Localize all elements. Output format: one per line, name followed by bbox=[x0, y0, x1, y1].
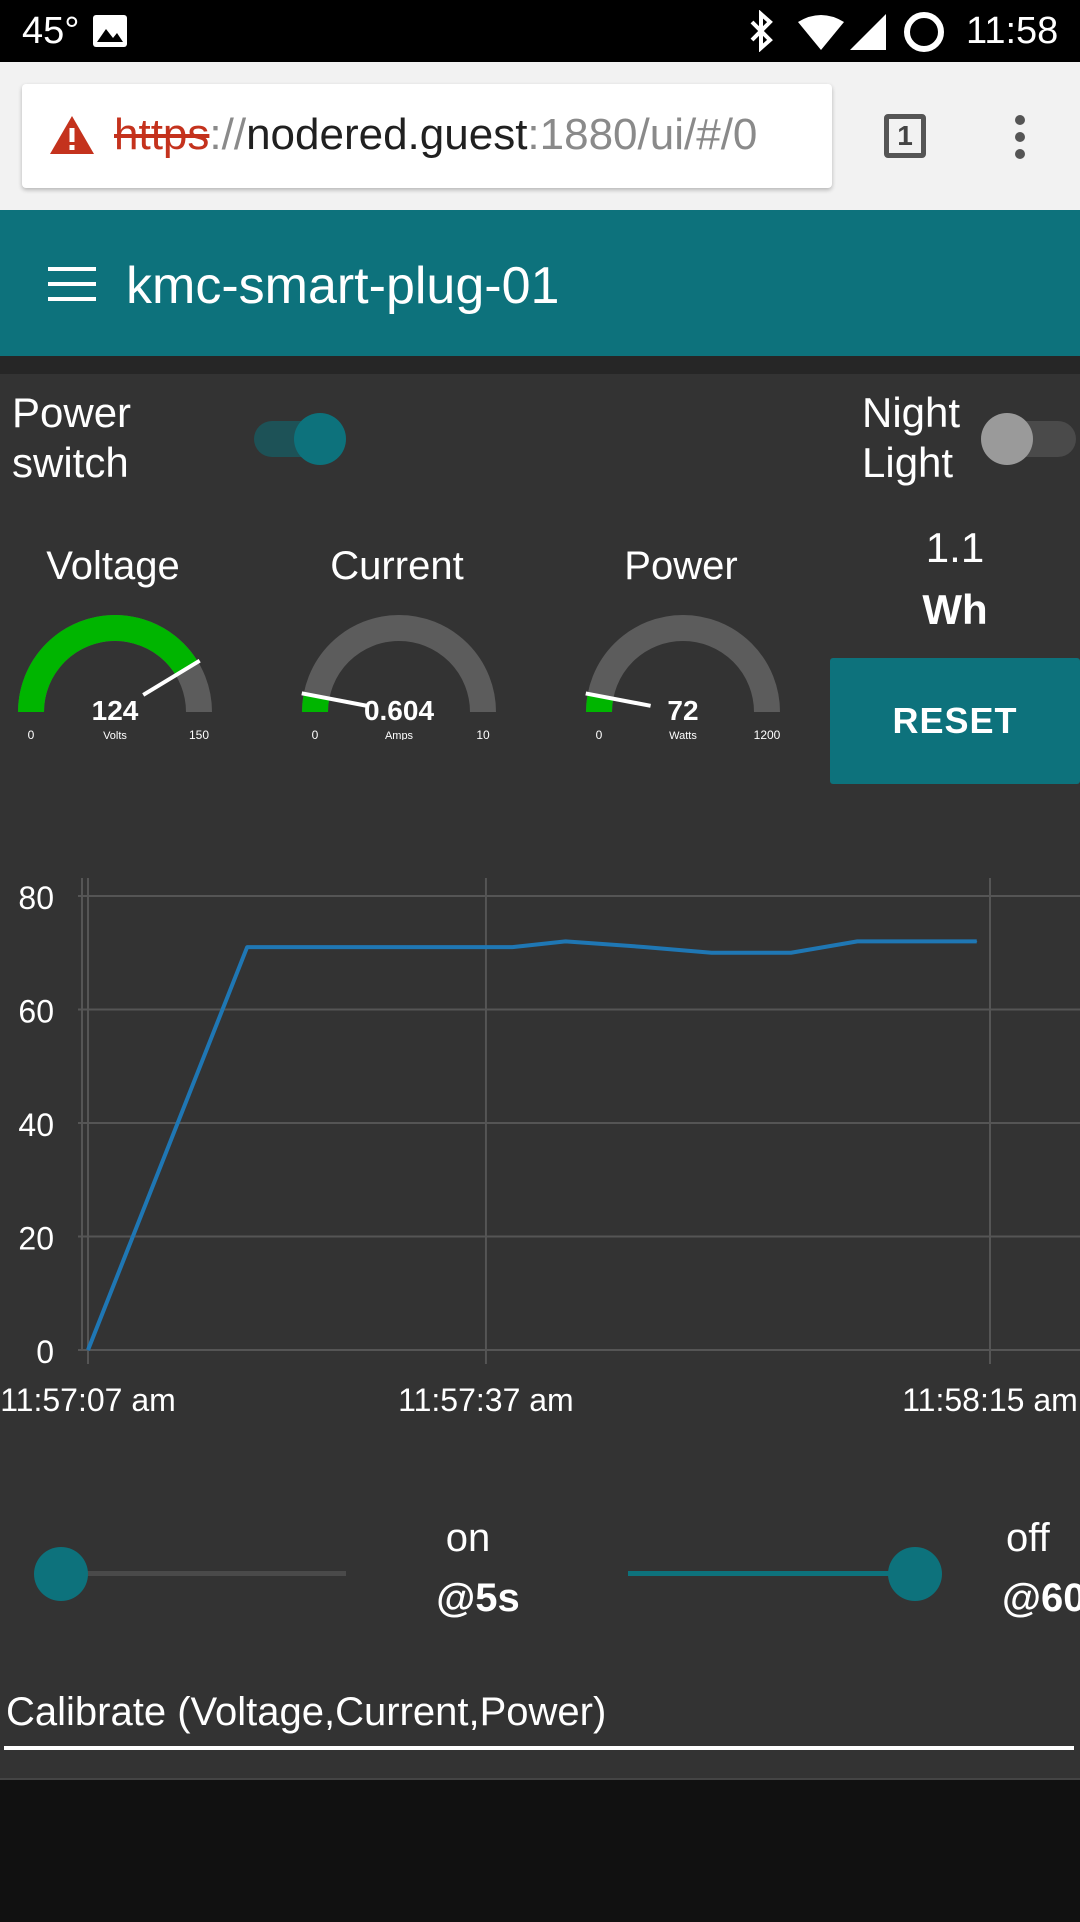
browser-toolbar: https://nodered.guest:1880/ui/#/0 1 bbox=[0, 62, 1080, 210]
chart-data-point bbox=[856, 940, 858, 942]
power-gauge: 72 Watts 0 1200 bbox=[578, 610, 788, 745]
more-options-icon[interactable] bbox=[1004, 114, 1036, 160]
warning-icon bbox=[50, 116, 94, 154]
battery-icon bbox=[904, 12, 944, 52]
chart-xtick-label: 11:57:07 am bbox=[0, 1382, 176, 1418]
chart-data-point bbox=[405, 946, 407, 948]
on-slider-rail bbox=[60, 1571, 346, 1576]
power-gauge-title: Power bbox=[624, 544, 738, 588]
on-timer-label: on bbox=[445, 1516, 491, 1560]
chart-data-point bbox=[87, 1349, 89, 1351]
bottom-area bbox=[0, 1778, 1080, 1922]
power-switch-label: Power switch bbox=[12, 388, 131, 488]
on-timer-value: @5s bbox=[436, 1576, 520, 1620]
tab-count-button[interactable]: 1 bbox=[884, 114, 926, 158]
energy-value: 1.1 bbox=[925, 524, 985, 571]
gauge-value: 0.604 bbox=[364, 695, 434, 726]
night-light-thumb bbox=[981, 413, 1033, 465]
app-header: kmc-smart-plug-01 bbox=[0, 210, 1080, 356]
on-timer-slider[interactable] bbox=[34, 1544, 354, 1604]
chart-data-point bbox=[565, 940, 567, 942]
off-timer-slider[interactable] bbox=[624, 1544, 944, 1604]
chart-data-point bbox=[976, 940, 978, 942]
page-title: kmc-smart-plug-01 bbox=[126, 257, 560, 315]
energy-unit: Wh bbox=[922, 586, 988, 633]
url-text: https://nodered.guest:1880/ui/#/0 bbox=[114, 110, 757, 160]
chart-ytick-label: 60 bbox=[18, 994, 54, 1030]
current-gauge: 0.604 Amps 0 10 bbox=[294, 610, 504, 745]
gauge-min: 0 bbox=[28, 728, 35, 740]
power-switch-thumb bbox=[294, 413, 346, 465]
power-gauge-svg: 72 Watts 0 1200 bbox=[585, 615, 781, 742]
voltage-gauge: 124 Volts 0 150 bbox=[10, 610, 220, 745]
calibrate-input-underline bbox=[4, 1746, 1074, 1750]
chart-data-point bbox=[511, 946, 513, 948]
power-label-line1: Power bbox=[12, 389, 132, 436]
status-bar: 45° 11:58 bbox=[0, 0, 1080, 62]
reset-button-label: RESET bbox=[892, 700, 1018, 741]
url-bar[interactable]: https://nodered.guest:1880/ui/#/0 bbox=[22, 84, 832, 188]
clock-text: 11:58 bbox=[966, 10, 1059, 52]
temperature-text: 45° bbox=[22, 10, 80, 52]
chart-xtick-label: 11:58:15 am bbox=[902, 1382, 1078, 1418]
night-light-label: Night Light bbox=[862, 388, 960, 488]
off-slider-knob[interactable] bbox=[888, 1547, 942, 1601]
gauge-value: 72 bbox=[667, 695, 698, 726]
night-label-line1: Night bbox=[862, 389, 961, 436]
gauge-max: 150 bbox=[189, 728, 209, 740]
hamburger-menu-icon[interactable] bbox=[48, 267, 96, 301]
image-icon bbox=[93, 15, 127, 47]
gauge-unit: Volts bbox=[103, 730, 127, 740]
wifi-icon bbox=[798, 15, 844, 50]
voltage-gauge-svg: 124 Volts 0 150 bbox=[18, 615, 212, 742]
url-separator: :// bbox=[209, 110, 247, 159]
calibrate-input[interactable]: Calibrate (Voltage,Current,Power) bbox=[6, 1690, 606, 1735]
on-slider-knob[interactable] bbox=[34, 1547, 88, 1601]
current-gauge-title: Current bbox=[330, 544, 464, 588]
url-scheme: https bbox=[114, 110, 210, 159]
gauge-max: 10 bbox=[476, 728, 490, 740]
off-timer-label: off bbox=[1006, 1516, 1050, 1560]
chart-ytick-label: 0 bbox=[36, 1334, 54, 1370]
gauge-max: 1200 bbox=[754, 728, 781, 740]
night-label-line2: Light bbox=[862, 439, 954, 486]
gauge-min: 0 bbox=[596, 728, 603, 740]
chart-ytick-label: 20 bbox=[18, 1221, 54, 1257]
power-line-chart: 0 20 40 60 80 11:57:07 am 11:57:37 am 11:58:15 … bbox=[0, 878, 1080, 1418]
signal-icon bbox=[850, 14, 886, 50]
power-switch-toggle[interactable] bbox=[252, 412, 348, 466]
gauge-unit: Amps bbox=[385, 730, 414, 740]
reset-button[interactable]: RESET bbox=[830, 658, 1080, 784]
gauge-unit: Watts bbox=[669, 730, 697, 740]
gauge-fill bbox=[302, 693, 330, 713]
chart-xtick-label: 11:57:37 am bbox=[398, 1382, 574, 1418]
tab-count: 1 bbox=[897, 120, 913, 151]
night-light-toggle[interactable] bbox=[980, 412, 1076, 466]
voltage-gauge-title: Voltage bbox=[46, 544, 180, 588]
power-label-line2: switch bbox=[12, 439, 129, 486]
gauge-fill bbox=[586, 693, 614, 713]
chart-data-point bbox=[246, 946, 248, 948]
url-host: nodered.guest bbox=[246, 110, 528, 159]
chart-data-point bbox=[485, 946, 487, 948]
bluetooth-icon bbox=[750, 10, 773, 52]
current-gauge-svg: 0.604 Amps 0 10 bbox=[301, 615, 496, 742]
off-slider-rail bbox=[628, 1571, 918, 1576]
gauge-value: 124 bbox=[92, 695, 139, 726]
chart-ytick-label: 80 bbox=[18, 880, 54, 916]
off-timer-value: @60 bbox=[1002, 1576, 1080, 1620]
chart-data-point bbox=[644, 946, 646, 948]
gauge-min: 0 bbox=[312, 728, 319, 740]
chart-data-point bbox=[710, 952, 712, 954]
url-path: :1880/ui/#/0 bbox=[527, 110, 758, 159]
chart-ytick-label: 40 bbox=[18, 1107, 54, 1143]
chart-series-line bbox=[86, 939, 977, 1351]
chart-data-point bbox=[790, 952, 792, 954]
